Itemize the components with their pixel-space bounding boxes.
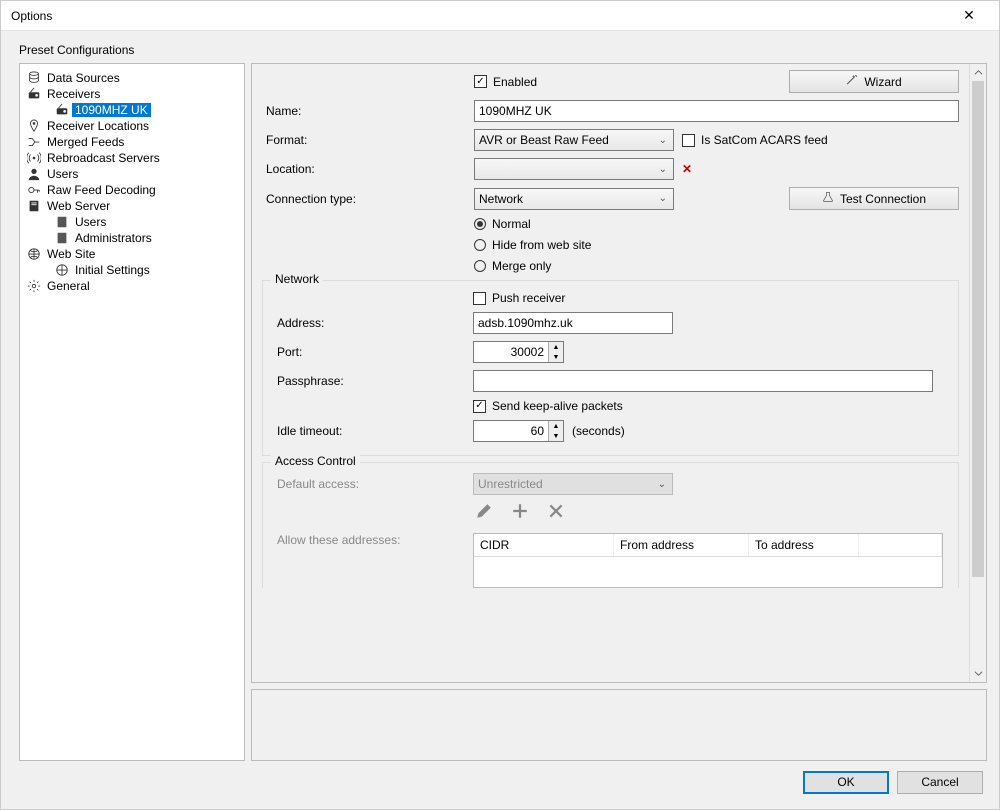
tree-users[interactable]: Users [26,166,240,182]
port-spinner[interactable]: ▲▼ [473,341,564,363]
location-label: Location: [262,162,474,176]
passphrase-input[interactable] [473,370,933,392]
tree-general[interactable]: General [26,278,240,294]
format-select[interactable]: AVR or Beast Raw Feed⌄ [474,129,674,151]
tree-initial-settings[interactable]: Initial Settings [54,262,240,278]
tree-web-server-users[interactable]: Users [54,214,240,230]
cancel-button[interactable]: Cancel [897,771,983,794]
port-label: Port: [273,345,473,359]
delete-icon[interactable] [547,502,565,520]
radio-icon [26,87,42,101]
form-panel: ✓Enabled Wizard Name: [251,63,987,683]
mode-hide-radio[interactable]: Hide from web site [474,238,591,252]
tree-data-sources[interactable]: Data Sources [26,70,240,86]
chevron-down-icon: ⌄ [659,135,667,146]
radio-icon [54,103,70,117]
main-panel: ✓Enabled Wizard Name: [251,63,987,761]
tree-receiver-locations[interactable]: Receiver Locations [26,118,240,134]
chevron-down-icon: ⌄ [658,479,666,490]
default-access-label: Default access: [273,477,473,491]
user-icon [26,167,42,181]
pin-icon [26,119,42,133]
chevron-down-icon: ⌄ [659,193,667,204]
wand-icon [846,74,858,89]
broadcast-icon [26,151,42,165]
spin-down-icon[interactable]: ▼ [549,431,563,441]
idle-timeout-spinner[interactable]: ▲▼ [473,420,564,442]
close-icon[interactable]: ✕ [949,7,989,24]
push-receiver-checkbox[interactable]: Push receiver [473,291,565,305]
tree-web-server-admins[interactable]: Administrators [54,230,240,246]
merge-icon [26,135,42,149]
location-select[interactable]: ⌄ [474,158,674,180]
titlebar: Options ✕ [1,1,999,31]
chevron-down-icon: ⌄ [659,164,667,175]
server-icon [26,199,42,213]
vertical-scrollbar[interactable] [969,64,986,682]
scroll-down-icon[interactable] [970,665,986,682]
body-row: Data Sources Receivers 1090MHZ UK Receiv… [19,63,987,761]
col-from[interactable]: From address [614,534,749,556]
connection-type-select[interactable]: Network⌄ [474,188,674,210]
tree-raw-feed-decoding[interactable]: Raw Feed Decoding [26,182,240,198]
globe-icon [26,247,42,261]
satcom-checkbox[interactable]: Is SatCom ACARS feed [682,133,828,147]
name-label: Name: [262,104,474,118]
edit-icon[interactable] [475,502,493,520]
tree-web-site[interactable]: Web Site [26,246,240,262]
ok-button[interactable]: OK [803,771,889,794]
enabled-checkbox[interactable]: ✓Enabled [474,75,537,89]
passphrase-label: Passphrase: [273,374,473,388]
name-input[interactable] [474,100,959,122]
clear-location-icon[interactable]: ✕ [682,162,692,176]
address-input[interactable] [473,312,673,334]
window-title: Options [11,9,949,23]
add-icon[interactable] [511,502,529,520]
preset-configurations-label: Preset Configurations [19,43,987,57]
allow-addresses-label: Allow these addresses: [273,533,473,547]
wizard-button[interactable]: Wizard [789,70,959,93]
globe-icon [54,263,70,277]
addresses-table[interactable]: CIDR From address To address [473,533,943,588]
keepalive-checkbox[interactable]: ✓Send keep-alive packets [473,399,623,413]
col-to[interactable]: To address [749,534,859,556]
default-access-select: Unrestricted⌄ [473,473,673,495]
network-group: Network Push receiver Address: Port:▲▼ P… [262,280,959,456]
dialog-footer: OK Cancel [19,761,987,803]
tree-web-server[interactable]: Web Server [26,198,240,214]
gear-icon [26,279,42,293]
tree-receivers[interactable]: Receivers [26,86,240,102]
nav-tree[interactable]: Data Sources Receivers 1090MHZ UK Receiv… [19,63,245,761]
tree-rebroadcast-servers[interactable]: Rebroadcast Servers [26,150,240,166]
scroll-up-icon[interactable] [970,64,986,81]
options-window: Options ✕ Preset Configurations Data Sou… [0,0,1000,810]
col-cidr[interactable]: CIDR [474,534,614,556]
idle-timeout-label: Idle timeout: [273,424,473,438]
spin-down-icon[interactable]: ▼ [549,352,563,362]
tree-receiver-1090mhz-uk[interactable]: 1090MHZ UK [54,102,240,118]
access-control-group: Access Control Default access:Unrestrict… [262,462,959,588]
flask-icon [822,191,834,206]
address-label: Address: [273,316,473,330]
tree-merged-feeds[interactable]: Merged Feeds [26,134,240,150]
hint-panel [251,689,987,761]
content-area: Preset Configurations Data Sources Recei… [1,31,999,809]
server-icon [54,215,70,229]
mode-normal-radio[interactable]: Normal [474,217,531,231]
connection-type-label: Connection type: [262,192,474,206]
spin-up-icon[interactable]: ▲ [549,421,563,431]
spin-up-icon[interactable]: ▲ [549,342,563,352]
mode-merge-radio[interactable]: Merge only [474,259,551,273]
scrollbar-thumb[interactable] [972,81,984,577]
database-icon [26,71,42,85]
test-connection-button[interactable]: Test Connection [789,187,959,210]
format-label: Format: [262,133,474,147]
key-icon [26,183,42,197]
form-scroll: ✓Enabled Wizard Name: [252,64,969,682]
server-icon [54,231,70,245]
